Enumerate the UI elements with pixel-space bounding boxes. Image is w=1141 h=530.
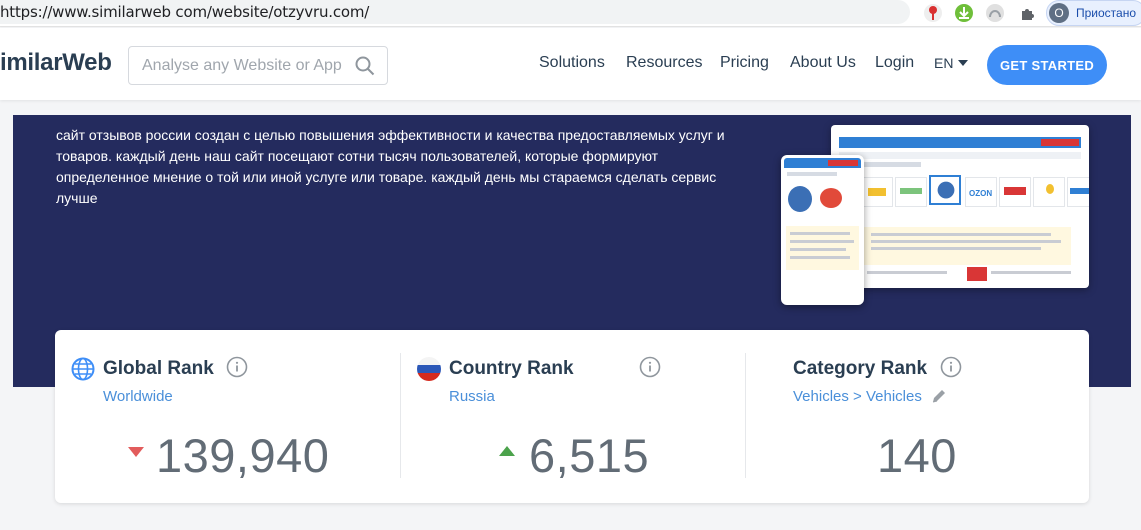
nav-login[interactable]: Login <box>875 54 914 72</box>
global-rank-title: Global Rank <box>103 358 214 379</box>
language-label: EN <box>934 55 954 71</box>
search-icon[interactable] <box>354 55 376 77</box>
category-rank-title: Category Rank <box>793 358 928 379</box>
global-rank-scope-link[interactable]: Worldwide <box>103 388 173 405</box>
search-input[interactable]: Analyse any Website or App <box>128 46 388 85</box>
address-text[interactable]: https://www.similarweb com/website/otzyv… <box>0 3 369 21</box>
browser-toolbar: https://www.similarweb com/website/otzyv… <box>0 0 1141 27</box>
country-rank-section: Country Rank Russia 6,515 <box>401 330 745 503</box>
similarweb-logo[interactable]: imilarWeb <box>0 49 112 77</box>
country-rank-title: Country Rank <box>449 358 574 379</box>
nav-solutions[interactable]: Solutions <box>539 54 605 72</box>
profile-button[interactable]: O Приостано <box>1046 0 1141 26</box>
global-rank-section: Global Rank Worldwide 139,940 <box>55 330 400 503</box>
get-started-button[interactable]: GET STARTED <box>987 45 1107 85</box>
site-header: imilarWeb Analyse any Website or App Sol… <box>0 28 1141 100</box>
shield-extension-icon[interactable] <box>983 2 1007 24</box>
global-rank-value: 139,940 <box>156 429 330 482</box>
language-selector[interactable]: EN <box>934 55 969 71</box>
rank-card: Global Rank Worldwide 139,940 Country Ra… <box>55 330 1089 503</box>
globe-icon <box>71 357 95 381</box>
puzzle-extensions-icon[interactable] <box>1016 2 1040 24</box>
profile-label: Приостано <box>1076 6 1137 20</box>
category-rank-section: Category Rank Vehicles > Vehicles 140 <box>746 330 1089 503</box>
info-icon[interactable] <box>226 356 248 378</box>
country-rank-value: 6,515 <box>529 429 650 482</box>
nav-pricing[interactable]: Pricing <box>720 54 769 72</box>
trend-down-icon <box>128 447 144 457</box>
download-extension-icon[interactable] <box>952 2 976 24</box>
pencil-edit-icon[interactable] <box>930 387 948 405</box>
nav-about-us[interactable]: About Us <box>790 54 856 72</box>
category-link[interactable]: Vehicles > Vehicles <box>793 388 922 405</box>
info-icon[interactable] <box>940 356 962 378</box>
trend-up-icon <box>499 446 515 456</box>
avatar: O <box>1049 3 1069 23</box>
website-description: сайт отзывов россии создан с целью повыш… <box>56 127 725 206</box>
country-link[interactable]: Russia <box>449 388 495 405</box>
category-rank-value: 140 <box>877 429 957 482</box>
pin-extension-icon[interactable] <box>921 2 945 24</box>
russia-flag-icon <box>417 357 441 381</box>
info-icon[interactable] <box>639 356 661 378</box>
desktop-screenshot-preview: OZON <box>831 125 1089 288</box>
nav-resources[interactable]: Resources <box>626 54 702 72</box>
address-bar[interactable]: https://www.similarweb com/website/otzyv… <box>0 0 910 24</box>
mobile-screenshot-preview <box>781 155 864 305</box>
search-placeholder: Analyse any Website or App <box>142 57 342 74</box>
chevron-down-icon <box>958 60 969 66</box>
